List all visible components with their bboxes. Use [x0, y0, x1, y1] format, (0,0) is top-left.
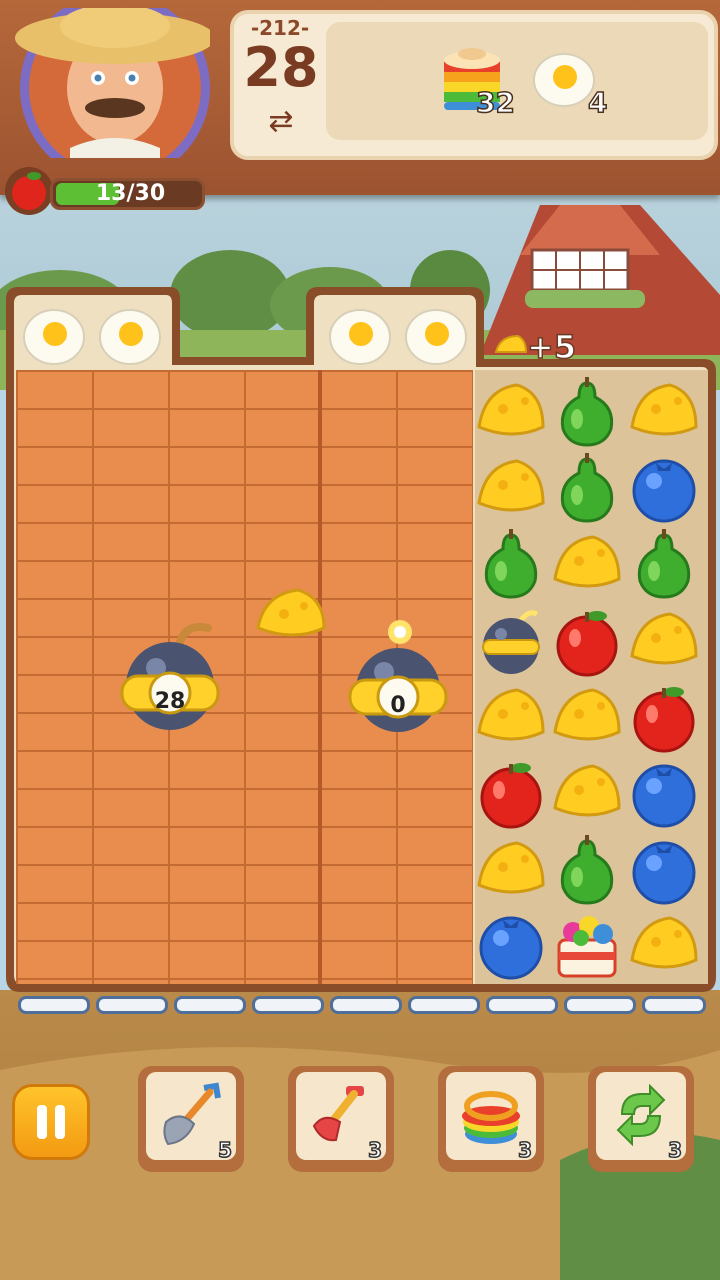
- booster-count: 3: [367, 1137, 382, 1163]
- pause-icon: [37, 1105, 47, 1139]
- shovel-icon: [163, 1082, 221, 1146]
- booster-count: 5: [217, 1137, 232, 1163]
- rail-segment: [252, 996, 324, 1014]
- pause-button[interactable]: [12, 1084, 90, 1160]
- cheese-icon[interactable]: [549, 527, 625, 603]
- cheese-bonus-icon: [494, 334, 528, 353]
- apple-icon[interactable]: [473, 756, 549, 832]
- fried-egg-icon: [533, 53, 595, 107]
- goal-count-cake: 32: [475, 85, 515, 120]
- cheese-icon[interactable]: [549, 756, 625, 832]
- cake-booster-button[interactable]: 3: [438, 1066, 544, 1172]
- rail-segment: [642, 996, 706, 1014]
- bomb-icon[interactable]: [118, 618, 222, 736]
- bomb-icon[interactable]: [348, 618, 448, 736]
- fried-egg-icon: [329, 309, 391, 365]
- swap-arrows-icon: ⇄: [268, 104, 294, 139]
- fried-egg-icon: [99, 309, 161, 365]
- pause-icon: [55, 1105, 65, 1139]
- pear-icon[interactable]: [549, 451, 625, 527]
- bomb-icon[interactable]: [473, 604, 549, 680]
- pitchfork-booster-button[interactable]: 3: [288, 1066, 394, 1172]
- cheese-icon[interactable]: [626, 604, 702, 680]
- blueberry-icon[interactable]: [473, 908, 549, 984]
- blueberry-icon[interactable]: [626, 833, 702, 909]
- wall-divider: [318, 370, 322, 984]
- pear-icon[interactable]: [473, 527, 549, 603]
- rail-segment: [486, 996, 558, 1014]
- farmer-avatar[interactable]: [10, 8, 210, 158]
- cheese-icon[interactable]: [626, 908, 702, 984]
- rail-segment: [564, 996, 636, 1014]
- goals-box: [326, 22, 708, 140]
- bomb-timer: 0: [390, 693, 406, 718]
- goal-count-egg: 4: [587, 85, 608, 120]
- apple-level-icon: [5, 167, 53, 215]
- bomb-timer: 28: [154, 689, 186, 714]
- blueberry-icon[interactable]: [626, 756, 702, 832]
- moves-count: 28: [243, 36, 319, 99]
- fried-egg-icon: [405, 309, 467, 365]
- cheese-icon[interactable]: [626, 375, 702, 451]
- cheese-flying-icon: [256, 588, 326, 637]
- bonus-label: +5: [526, 327, 577, 367]
- cheese-icon[interactable]: [473, 833, 549, 909]
- pitchfork-icon: [312, 1086, 364, 1142]
- fried-egg-icon: [23, 309, 85, 365]
- gift-box-icon[interactable]: [549, 908, 625, 984]
- cheese-icon[interactable]: [473, 375, 549, 451]
- shuffle-icon: [616, 1084, 666, 1146]
- rail-segment: [18, 996, 90, 1014]
- shuffle-booster-button[interactable]: 3: [588, 1066, 694, 1172]
- shovel-booster-button[interactable]: 5: [138, 1066, 244, 1172]
- apple-icon[interactable]: [549, 604, 625, 680]
- pear-icon[interactable]: [549, 375, 625, 451]
- pear-icon[interactable]: [549, 833, 625, 909]
- booster-count: 3: [517, 1137, 532, 1163]
- booster-count: 3: [667, 1137, 682, 1163]
- rail-segment: [174, 996, 246, 1014]
- level-progress-text: 13/30: [95, 181, 166, 206]
- cheese-icon[interactable]: [473, 680, 549, 756]
- pear-icon[interactable]: [626, 527, 702, 603]
- cheese-icon[interactable]: [549, 680, 625, 756]
- rail-segment: [330, 996, 402, 1014]
- rail-segment: [408, 996, 480, 1014]
- rail-segment: [96, 996, 168, 1014]
- blueberry-icon[interactable]: [626, 451, 702, 527]
- cheese-icon[interactable]: [473, 451, 549, 527]
- rainbow-cake-icon: [462, 1091, 520, 1144]
- apple-icon[interactable]: [626, 680, 702, 756]
